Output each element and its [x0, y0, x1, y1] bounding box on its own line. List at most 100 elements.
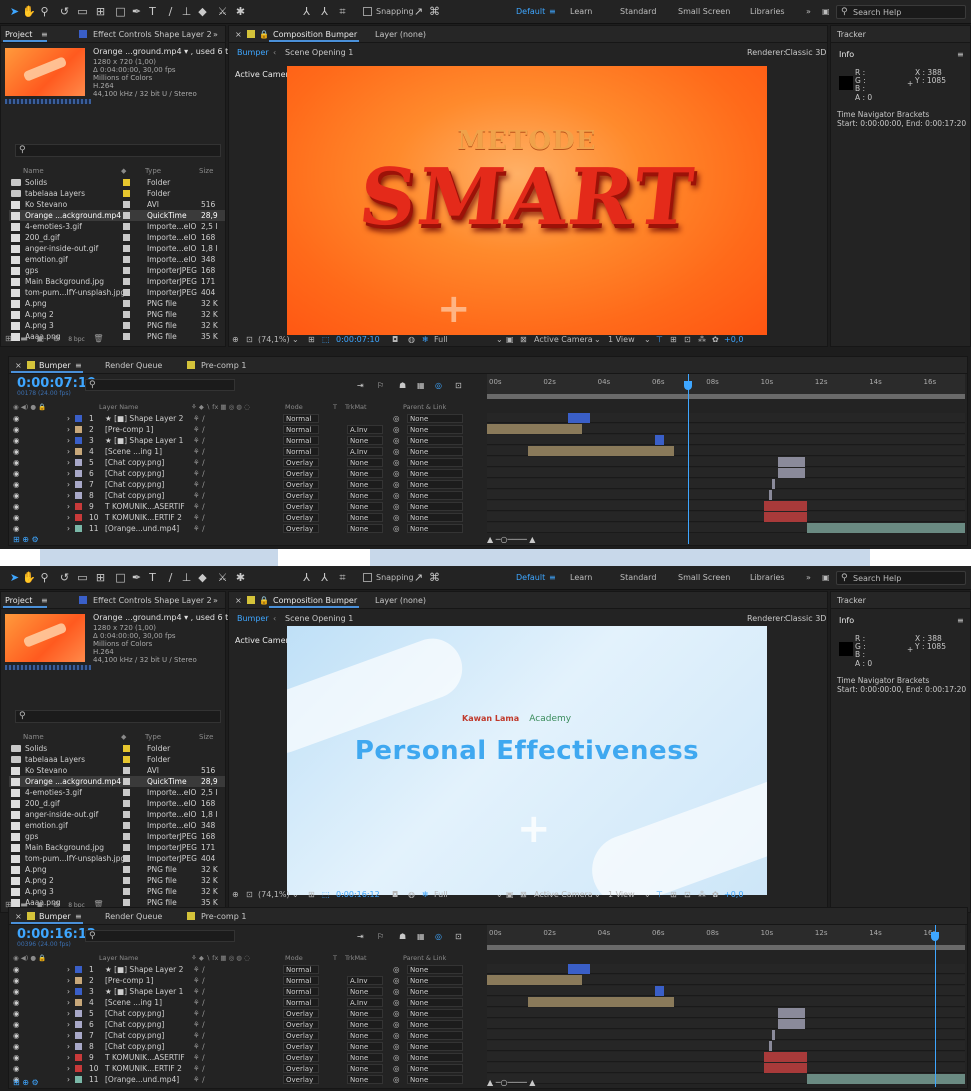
region-of-interest-icon[interactable]: ⊡ — [246, 335, 253, 344]
project-item[interactable]: A.png 3 PNG file 32 K — [9, 886, 225, 897]
blend-mode-select[interactable]: Overlay — [283, 524, 319, 533]
column-name[interactable]: Name — [23, 167, 44, 175]
layer-label-color[interactable] — [75, 1065, 82, 1072]
frame-blending-icon[interactable]: ▦ — [417, 381, 425, 390]
project-item[interactable]: Main Background.jpg ImporterJPEG 171 — [9, 842, 225, 853]
eye-icon[interactable]: ◉ — [13, 447, 20, 456]
resolution-select[interactable]: Full — [434, 335, 448, 344]
layer-label-color[interactable] — [75, 999, 82, 1006]
layer-name[interactable]: [Scene ...ing 1] — [105, 998, 162, 1007]
tab-tracker[interactable]: Tracker — [837, 30, 866, 39]
zoom-dropdown-icon[interactable]: ⌄ — [292, 890, 299, 899]
parent-select[interactable]: None — [407, 436, 463, 445]
view-layout-select[interactable]: 1 View — [608, 890, 635, 899]
local-axis-icon[interactable]: ⅄ — [300, 571, 313, 584]
eye-icon[interactable]: ◉ — [13, 1053, 20, 1062]
track-matte-select[interactable]: None — [347, 469, 383, 478]
layer-label-color[interactable] — [75, 481, 82, 488]
project-item[interactable]: tom-pum...IfY-unsplash.jpg ImporterJPEG 40… — [9, 287, 225, 298]
pickwhip-icon[interactable]: ◎ — [393, 998, 400, 1007]
expand-arrow-icon[interactable]: › — [67, 1009, 70, 1018]
parent-select[interactable]: None — [407, 1031, 463, 1040]
project-item[interactable]: anger-inside-out.gif Importe...eIO 1,8 I — [9, 809, 225, 820]
track-matte-select[interactable]: None — [347, 502, 383, 511]
layer-name[interactable]: [Chat copy.png] — [105, 458, 164, 467]
blend-mode-select[interactable]: Normal — [283, 976, 319, 985]
expand-arrow-icon[interactable]: › — [67, 1042, 70, 1051]
layer-duration-bar[interactable] — [777, 468, 805, 478]
view-layout-select[interactable]: 1 View — [608, 335, 635, 344]
label-color-swatch[interactable] — [123, 278, 130, 285]
layer-duration-bar[interactable] — [777, 1019, 805, 1029]
blend-mode-select[interactable]: Overlay — [283, 1064, 319, 1073]
work-area-bar[interactable] — [487, 394, 965, 399]
parent-select[interactable]: None — [407, 1075, 463, 1084]
project-item[interactable]: Ko Stevano AVI 516 — [9, 199, 225, 210]
layer-switches[interactable]: ⚘ ∕ — [193, 491, 205, 500]
layer-switches[interactable]: ⚘ ∕ — [193, 1075, 205, 1084]
current-time-indicator[interactable] — [687, 374, 689, 544]
track-matte-select[interactable]: None — [347, 1042, 383, 1051]
track-matte-select[interactable]: None — [347, 524, 383, 533]
layer-label-color[interactable] — [75, 492, 82, 499]
expand-arrow-icon[interactable]: › — [67, 976, 70, 985]
show-snapshot-icon[interactable]: ◍ — [408, 335, 415, 344]
track-matte-select[interactable]: None — [347, 1031, 383, 1040]
tab-project[interactable]: Project — [5, 30, 32, 39]
eye-icon[interactable]: ◉ — [13, 513, 20, 522]
layer-row[interactable]: ◉ › 9 T KOMUNIK...ASERTIF ⚘ ∕ Overlay None ◎ Non… — [9, 1052, 484, 1063]
project-item[interactable]: A.png PNG file 32 K — [9, 298, 225, 309]
rectangle-tool-icon[interactable]: □ — [114, 571, 127, 584]
layer-switches[interactable]: ⚘ ∕ — [193, 447, 205, 456]
trash-icon[interactable]: 🗑 — [93, 334, 103, 343]
resolution-dropdown-icon[interactable]: ⌄ — [496, 890, 503, 899]
renderer-value[interactable]: Classic 3D — [785, 48, 826, 57]
fast-preview-icon[interactable]: ⊠ — [520, 335, 527, 344]
tab-effect-controls[interactable]: Effect Controls Shape Layer 2 — [93, 30, 212, 39]
layer-name[interactable]: [Scene ...ing 1] — [105, 447, 162, 456]
expand-arrow-icon[interactable]: › — [67, 1075, 70, 1084]
parent-select[interactable]: None — [407, 469, 463, 478]
close-tab-icon[interactable]: × — [235, 30, 242, 39]
renderer-value[interactable]: Classic 3D — [785, 614, 826, 623]
project-item[interactable]: A.png 2 PNG file 32 K — [9, 875, 225, 886]
layer-row[interactable]: ◉ › 8 [Chat copy.png] ⚘ ∕ Overlay None ◎ None — [9, 490, 484, 501]
eye-icon[interactable]: ◉ — [13, 1020, 20, 1029]
eye-icon[interactable]: ◉ — [13, 502, 20, 511]
snapping-checkbox[interactable] — [363, 573, 372, 582]
column-parent[interactable]: Parent & Link — [403, 403, 446, 411]
track-matte-select[interactable]: A.Inv — [347, 425, 383, 434]
layer-row[interactable]: ◉ › 11 [Orange...und.mp4] ⚘ ∕ Overlay None ◎ Non… — [9, 1074, 484, 1085]
tab-info[interactable]: Info — [839, 616, 854, 625]
reset-exposure-icon[interactable]: ✿ — [712, 890, 719, 899]
pan-behind-tool-icon[interactable]: ⊞ — [94, 5, 107, 18]
layer-switches[interactable]: ⚘ ∕ — [193, 1064, 205, 1073]
layer-duration-bar[interactable] — [777, 457, 805, 467]
label-color-swatch[interactable] — [123, 855, 130, 862]
workspace-standard[interactable]: Standard — [620, 573, 656, 582]
layer-label-color[interactable] — [75, 977, 82, 984]
parent-select[interactable]: None — [407, 965, 463, 974]
label-color-swatch[interactable] — [123, 756, 130, 763]
comp-flowchart-icon[interactable]: ⊞ — [670, 335, 677, 344]
layer-duration-bar[interactable] — [807, 523, 965, 533]
expand-arrow-icon[interactable]: › — [67, 1020, 70, 1029]
composition-viewer[interactable]: + Kawan Lama Academy Personal Effectivenes… — [287, 626, 767, 895]
pickwhip-icon[interactable]: ◎ — [393, 480, 400, 489]
eye-icon[interactable]: ◉ — [13, 458, 20, 467]
breadcrumb-bumper[interactable]: Bumper — [237, 48, 269, 57]
parent-select[interactable]: None — [407, 502, 463, 511]
tab-bumper[interactable]: Bumper — [39, 912, 71, 921]
hand-tool-icon[interactable]: ✋ — [22, 5, 36, 18]
expand-arrow-icon[interactable]: › — [67, 425, 70, 434]
layer-name[interactable]: [Orange...und.mp4] — [105, 1075, 179, 1084]
workspace-learn[interactable]: Learn — [570, 573, 592, 582]
mask-visibility-icon[interactable]: ⬚ — [322, 335, 330, 344]
project-item[interactable]: A.png 3 PNG file 32 K — [9, 320, 225, 331]
layer-row[interactable]: ◉ › 3 ★ [■] Shape Layer 1 ⚘ ∕ Normal None ◎ None — [9, 435, 484, 446]
eye-icon[interactable]: ◉ — [13, 524, 20, 533]
parent-select[interactable]: None — [407, 458, 463, 467]
region-of-interest-icon[interactable]: ⊡ — [246, 890, 253, 899]
label-color-swatch[interactable] — [123, 311, 130, 318]
layer-label-color[interactable] — [75, 525, 82, 532]
